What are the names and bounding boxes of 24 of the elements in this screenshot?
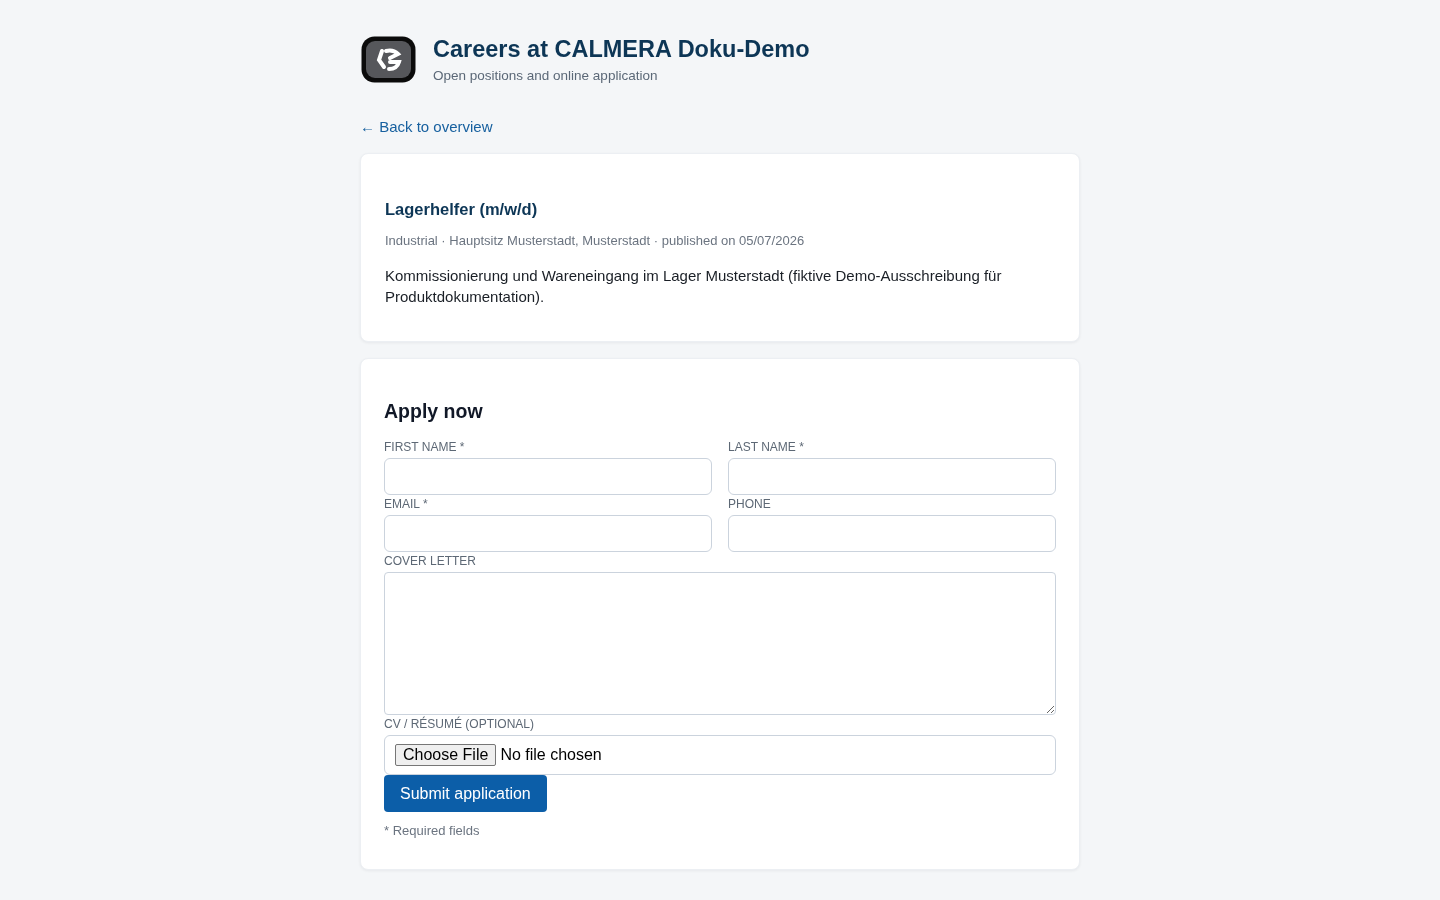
field-label: EMAIL * bbox=[384, 497, 429, 511]
file-status-text: No file chosen bbox=[500, 746, 602, 764]
choose-file-button[interactable]: Choose File bbox=[395, 744, 497, 766]
text-input-field[interactable] bbox=[384, 458, 712, 495]
file-upload-field[interactable]: Choose File No file chosen bbox=[384, 735, 1056, 775]
logo-icon bbox=[361, 36, 416, 83]
field-label: CV / RÉSUMÉ (OPTIONAL) bbox=[384, 717, 536, 731]
cover-letter-field[interactable] bbox=[384, 572, 1056, 715]
field-label: LAST NAME * bbox=[728, 440, 805, 454]
job-meta-text: Industrial · Hauptsitz Musterstadt, Musterstadt · published on 05/07/2026 bbox=[385, 232, 806, 250]
text-input-field[interactable] bbox=[728, 458, 1056, 495]
site-subtitle: Open positions and online application bbox=[433, 67, 659, 85]
site-title: Careers at CALMERA Doku-Demo bbox=[433, 35, 810, 64]
text-input-field[interactable] bbox=[384, 515, 712, 552]
job-title: Lagerhelfer (m/w/d) bbox=[385, 199, 539, 220]
back-link[interactable]: ← Back to overview bbox=[360, 117, 493, 137]
field-label: PHONE bbox=[728, 497, 772, 511]
form-title: Apply now bbox=[384, 399, 484, 424]
job-description: Kommissionierung und Wareneingang im Lager Musterstadt (fiktive Demo-Ausschreibung für Produktdokumentation). bbox=[385, 266, 1003, 307]
submit-button[interactable]: Submit application bbox=[384, 775, 547, 812]
field-label: FIRST NAME * bbox=[384, 440, 466, 454]
field-label: COVER LETTER bbox=[384, 554, 477, 568]
required-note: * Required fields bbox=[384, 822, 480, 840]
text-input-field[interactable] bbox=[728, 515, 1056, 552]
